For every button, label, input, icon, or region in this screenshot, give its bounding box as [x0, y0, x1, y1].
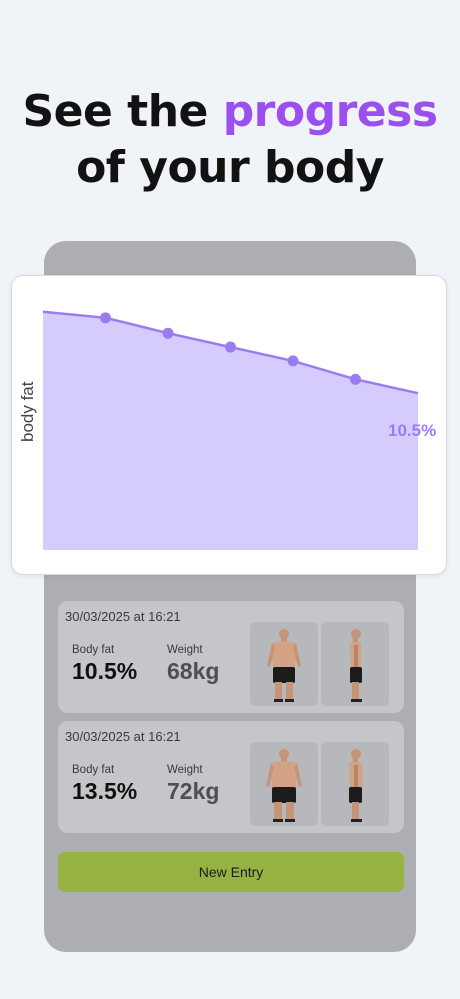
- body-fat-value: 10.5%: [72, 658, 138, 684]
- side-body-photo-icon: [349, 749, 363, 822]
- body-fat-chart-card: [11, 275, 447, 575]
- progress-entry-card[interactable]: 30/03/2025 at 16:21 Body fat 10.5% Weigh…: [58, 601, 404, 713]
- body-fat-label: Body fat: [72, 644, 115, 656]
- progress-entry-card[interactable]: 30/03/2025 at 16:21 Body fat 13.5% Weigh…: [58, 721, 404, 833]
- side-photo-thumbnail[interactable]: [321, 742, 389, 826]
- chart-data-point[interactable]: [162, 327, 174, 339]
- weight-label: Weight: [167, 644, 203, 656]
- side-photo-thumbnail[interactable]: [321, 622, 389, 706]
- front-photo-thumbnail[interactable]: [250, 622, 318, 706]
- new-entry-button[interactable]: New Entry: [58, 852, 404, 892]
- front-body-photo-icon: [267, 629, 301, 702]
- entry-date: 30/03/2025 at 16:21: [65, 729, 181, 744]
- chart-y-axis-label: body fat: [18, 381, 37, 443]
- body-fat-value: 13.5%: [72, 778, 138, 804]
- headline-part-2: of your body: [76, 142, 384, 193]
- chart-data-point[interactable]: [225, 341, 236, 353]
- body-fat-chart: [42, 310, 419, 550]
- weight-value: 68kg: [167, 658, 220, 684]
- weight-value: 72kg: [167, 778, 220, 804]
- chart-data-point[interactable]: [287, 355, 299, 367]
- weight-label: Weight: [167, 764, 203, 776]
- body-fat-label: Body fat: [72, 764, 115, 776]
- headline-accent: progress: [222, 86, 438, 137]
- front-photo-thumbnail[interactable]: [250, 742, 318, 826]
- front-body-photo-icon: [266, 749, 302, 822]
- side-body-photo-icon: [350, 629, 362, 702]
- headline: See the progress of your body: [0, 84, 460, 196]
- chart-data-point[interactable]: [350, 373, 361, 385]
- chart-data-point[interactable]: [100, 312, 111, 324]
- headline-part-1: See the: [22, 86, 223, 137]
- chart-last-value-label: 10.5%: [388, 421, 437, 440]
- entry-date: 30/03/2025 at 16:21: [65, 609, 181, 624]
